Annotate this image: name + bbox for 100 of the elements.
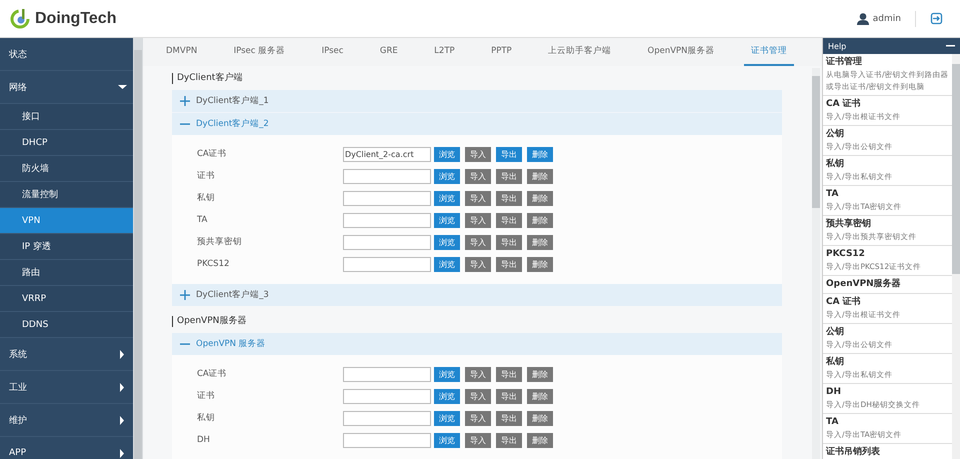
action-button[interactable]: 导入 (465, 432, 491, 448)
action-button[interactable]: 删除 (527, 410, 553, 426)
collapse-header[interactable]: OpenVPN 服务器 (172, 333, 782, 355)
help-heading: 公钥 (826, 326, 845, 339)
action-button[interactable]: 浏览 (434, 212, 460, 228)
tab[interactable]: 证书管理 (744, 38, 794, 66)
action-button[interactable]: 浏览 (434, 146, 460, 162)
tab[interactable]: OpenVPN服务器 (640, 38, 722, 66)
help-title: Help (828, 42, 846, 50)
sidebar-subitem[interactable]: 接口 (0, 104, 133, 130)
help-heading: TA (826, 188, 840, 201)
collapse-header[interactable]: DyClient客户端_2 (172, 112, 782, 135)
action-button[interactable]: 导入 (465, 410, 491, 426)
action-button[interactable]: 导出 (496, 366, 522, 382)
action-button[interactable]: 浏览 (434, 432, 460, 448)
action-button[interactable]: 导出 (496, 410, 522, 426)
section-title: DyClient客户端 (172, 73, 782, 84)
sidebar-subitem[interactable]: VPN (0, 208, 133, 234)
file-field[interactable] (343, 366, 431, 382)
scrollbar[interactable] (952, 64, 960, 274)
action-button[interactable]: 浏览 (434, 410, 460, 426)
field-label: 证书 (196, 170, 216, 182)
sidebar-item[interactable]: 状态 (0, 38, 133, 71)
sidebar-item[interactable]: 工业 (0, 371, 133, 404)
file-field[interactable]: DyClient_2-ca.crt (343, 146, 431, 162)
action-button[interactable]: 导出 (496, 234, 522, 250)
field-label: 私钥 (196, 192, 216, 204)
file-field[interactable] (343, 190, 431, 206)
sidebar-subitem[interactable]: VRRP (0, 286, 133, 312)
action-button[interactable]: 删除 (527, 168, 553, 184)
action-button[interactable]: 浏览 (434, 366, 460, 382)
action-button[interactable]: 导出 (496, 146, 522, 162)
sidebar-subitem[interactable]: IP 穿透 (0, 234, 133, 260)
sidebar-subitem[interactable]: DDNS (0, 312, 133, 338)
action-button[interactable]: 删除 (527, 146, 553, 162)
field-label: 证书 (196, 390, 216, 402)
action-button[interactable]: 删除 (527, 432, 553, 448)
tab[interactable]: DMVPN (159, 38, 204, 66)
action-button[interactable]: 导入 (465, 190, 491, 206)
action-button[interactable]: 浏览 (434, 388, 460, 404)
collapse-header[interactable]: DyClient客户端_3 (172, 284, 782, 306)
file-field[interactable] (343, 234, 431, 250)
collapse-header[interactable]: DyClient客户端_1 (172, 90, 782, 112)
action-button[interactable]: 导出 (496, 168, 522, 184)
help-heading: 证书管理 (826, 55, 863, 69)
help-heading: 公钥 (826, 128, 845, 141)
action-button[interactable]: 导入 (465, 256, 491, 272)
field-label: CA证书 (196, 368, 228, 380)
tab[interactable]: L2TP (427, 38, 462, 66)
field-label: 私钥 (196, 412, 216, 424)
action-button[interactable]: 导出 (496, 190, 522, 206)
action-button[interactable]: 导入 (465, 234, 491, 250)
field-label: PKCS12 (196, 259, 230, 269)
file-field[interactable] (343, 388, 431, 404)
user-icon (856, 12, 869, 24)
sidebar-subitem[interactable]: 路由 (0, 260, 133, 286)
help-heading: 私钥 (826, 356, 845, 369)
tab[interactable]: IPsec 服务器 (226, 38, 292, 66)
action-button[interactable]: 导出 (496, 432, 522, 448)
action-button[interactable]: 导入 (465, 146, 491, 162)
action-button[interactable]: 导出 (496, 256, 522, 272)
field-label: DH (196, 435, 211, 445)
logout-icon[interactable] (930, 12, 943, 25)
action-button[interactable]: 删除 (527, 212, 553, 228)
file-field[interactable] (343, 212, 431, 228)
sidebar-item[interactable]: APP (0, 437, 133, 459)
sidebar-subitem[interactable]: DHCP (0, 130, 133, 156)
help-heading: CA 证书 (826, 295, 862, 309)
tab[interactable]: PPTP (484, 38, 519, 66)
scrollbar[interactable] (812, 76, 820, 208)
action-button[interactable]: 浏览 (434, 256, 460, 272)
action-button[interactable]: 导入 (465, 212, 491, 228)
sidebar-item[interactable]: 维护 (0, 404, 133, 437)
tab[interactable]: GRE (372, 38, 405, 66)
action-button[interactable]: 删除 (527, 366, 553, 382)
action-button[interactable]: 导入 (465, 388, 491, 404)
tab[interactable]: 上云助手客户端 (541, 38, 618, 66)
field-label: CA证书 (196, 148, 228, 160)
action-button[interactable]: 导入 (465, 168, 491, 184)
action-button[interactable]: 删除 (527, 388, 553, 404)
sidebar-subitem[interactable]: 防火墙 (0, 156, 133, 182)
action-button[interactable]: 浏览 (434, 234, 460, 250)
action-button[interactable]: 导入 (465, 366, 491, 382)
file-field[interactable] (343, 256, 431, 272)
action-button[interactable]: 删除 (527, 234, 553, 250)
action-button[interactable]: 删除 (527, 256, 553, 272)
action-button[interactable]: 删除 (527, 190, 553, 206)
action-button[interactable]: 浏览 (434, 190, 460, 206)
action-button[interactable]: 导出 (496, 212, 522, 228)
action-button[interactable]: 浏览 (434, 168, 460, 184)
file-field[interactable] (343, 410, 431, 426)
sidebar-item[interactable]: 系统 (0, 338, 133, 371)
tab[interactable]: IPsec (314, 38, 350, 66)
file-field[interactable] (343, 168, 431, 184)
scrollbar[interactable] (134, 50, 142, 459)
sidebar-subitem[interactable]: 流量控制 (0, 182, 133, 208)
username[interactable]: admin (872, 14, 901, 24)
help-heading: TA (826, 416, 840, 429)
file-field[interactable] (343, 432, 431, 448)
action-button[interactable]: 导出 (496, 388, 522, 404)
